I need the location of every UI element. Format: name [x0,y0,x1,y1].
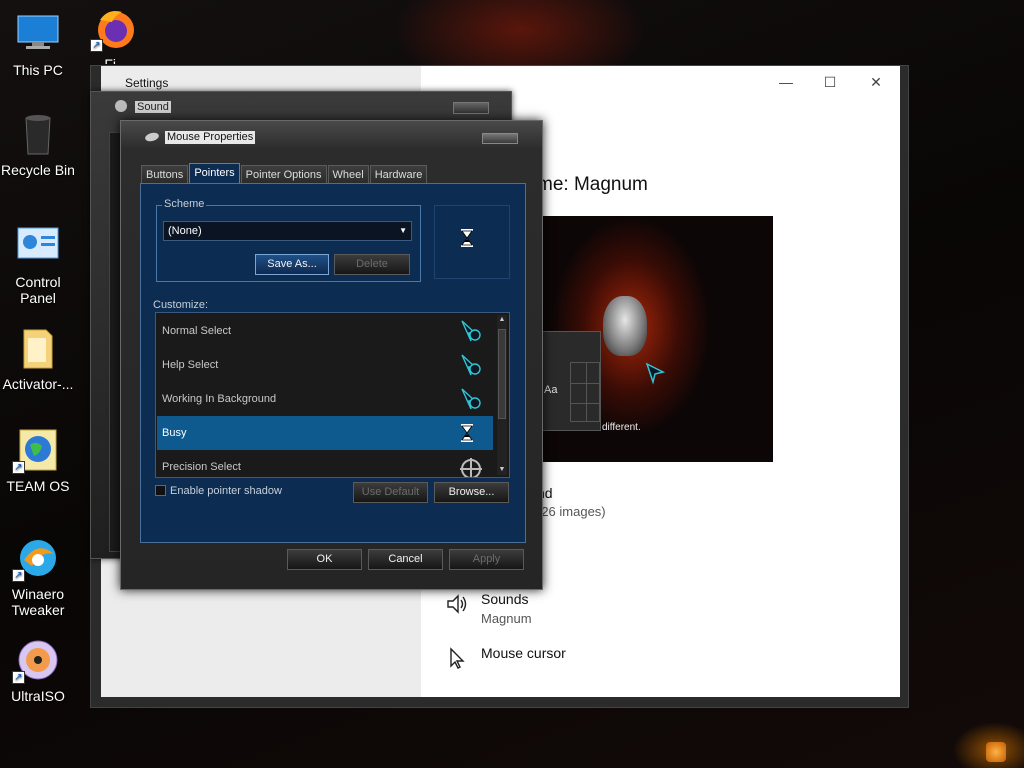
preview-window: Aa [541,331,601,431]
cancel-button[interactable]: Cancel [368,549,443,570]
background-subtitle: (26 images) [537,504,606,519]
speaker-icon [447,594,467,614]
list-item[interactable]: Normal Select [157,314,493,348]
window-title: Settings [125,76,169,90]
crosshair-icon [460,458,482,477]
checkbox-box[interactable] [155,485,166,496]
shortcut-arrow-icon: ↗ [12,569,25,582]
tab-pointers[interactable]: Pointers [189,163,240,184]
scheme-select[interactable]: (None) ▼ [163,221,412,241]
list-item[interactable]: Busy [157,416,493,450]
customize-label: Customize: [153,299,209,311]
use-default-button[interactable]: Use Default [353,482,428,503]
scheme-legend: Scheme [162,198,207,210]
minimize-button[interactable] [482,133,518,144]
list-item[interactable]: Working In Background [157,382,493,416]
scheme-group: Scheme (None) ▼ Save As... Delete [156,198,421,282]
list-item[interactable]: Precision Select [157,450,493,477]
mouse-properties-dialog: Mouse Properties Buttons Pointers Pointe… [120,120,543,590]
window-title: Mouse Properties [165,131,256,144]
sounds-label[interactable]: Sounds [481,591,528,607]
pointer-label: Precision Select [162,461,241,473]
preview-caption: different. [602,422,641,433]
ok-button[interactable]: OK [287,549,362,570]
desktop-icon-recycle-bin[interactable]: Recycle Bin [0,112,76,178]
pointer-label: Help Select [162,359,219,371]
control-panel-icon [16,224,60,268]
shortcut-arrow-icon: ↗ [90,39,103,52]
tab-strip: Buttons Pointers Pointer Options Wheel H… [141,163,428,184]
desktop-icon-label: Recycle Bin [1,162,75,178]
desktop-icon-team-os[interactable]: ↗ TEAM OS [0,428,76,494]
recycle-bin-icon [16,112,60,156]
hourglass-icon [461,229,473,247]
desktop-icon-activator[interactable]: Activator-... [0,326,76,392]
speaker-icon [115,100,127,112]
maximize-button[interactable]: ☐ [815,72,845,92]
pointer-label: Busy [162,427,187,439]
sounds-value: Magnum [481,611,532,626]
delete-button[interactable]: Delete [334,254,410,275]
desktop-icon-label: Fi... [104,56,128,64]
cursor-arrow-icon [461,354,481,376]
tab-hardware[interactable]: Hardware [369,165,428,184]
minimize-button[interactable] [453,102,489,114]
dropdown-arrow-icon: ▼ [399,226,407,235]
shortcut-arrow-icon: ↗ [12,671,25,684]
tray-app-icon[interactable] [986,742,1006,762]
desktop-icon-label: Activator-... [2,376,74,392]
cursor-arrow-icon [645,362,666,385]
globe-icon: ↗ [12,428,60,474]
enable-shadow-checkbox[interactable]: Enable pointer shadow [155,485,282,497]
folder-icon [16,326,60,370]
tab-wheel[interactable]: Wheel [327,165,369,184]
desktop-icon-this-pc[interactable]: This PC [0,12,76,78]
save-as-button[interactable]: Save As... [255,254,329,275]
minimize-button[interactable]: — [771,72,801,92]
list-scrollbar[interactable]: ▲ ▼ [497,315,507,475]
winaero-tweaker-icon: ↗ [12,536,60,582]
monitor-icon [16,12,60,56]
hourglass-icon [461,424,473,442]
pointer-label: Working In Background [162,393,277,405]
list-item[interactable]: Help Select [157,348,493,382]
cursor-arrow-icon [461,320,481,342]
desktop-icon-label: This PC [13,62,63,78]
desktop-icon-control-panel[interactable]: Control Panel [0,224,76,306]
skull-graphic [603,296,647,356]
desktop-icon-ultraiso[interactable]: ↗ UltraISO [0,638,76,704]
close-button[interactable]: ✕ [861,72,891,92]
tab-buttons[interactable]: Buttons [141,165,189,184]
pointer-preview [434,205,510,279]
disc-icon: ↗ [12,638,60,684]
pointer-list: Normal Select Help Select Working In Bac… [155,312,510,478]
mouse-icon [144,131,160,143]
scroll-down-icon[interactable]: ▼ [497,465,507,475]
window-title: Sound [135,101,171,113]
enable-shadow-label: Enable pointer shadow [170,485,282,497]
theme-preview-image[interactable]: Aa different. [541,216,773,462]
desktop-icon-winaero-tweaker[interactable]: ↗ Winaero Tweaker [0,536,76,618]
apply-button[interactable]: Apply [449,549,524,570]
cursor-arrow-icon [461,388,481,410]
pointers-panel: Scheme (None) ▼ Save As... Delete Custom… [140,183,526,543]
desktop-icon-label: TEAM OS [6,478,70,494]
pointer-label: Normal Select [162,325,232,337]
scheme-select-value: (None) [168,225,202,237]
browse-button[interactable]: Browse... [434,482,509,503]
scroll-up-icon[interactable]: ▲ [497,315,507,325]
firefox-icon: ↗ [90,6,138,52]
desktop-icon-firefox[interactable]: ↗ Fi... [78,6,154,64]
desktop-icon-label: Winaero Tweaker [11,586,65,618]
desktop-icon-label: UltraISO [11,688,65,704]
mouse-cursor-label[interactable]: Mouse cursor [481,645,566,661]
preview-sample-text: Aa [544,384,558,396]
scroll-thumb[interactable] [498,329,506,419]
desktop-icon-label: Control Panel [15,274,61,306]
theme-title: me: Magnum [537,174,648,195]
mouse-cursor-icon [450,647,465,669]
shortcut-arrow-icon: ↗ [12,461,25,474]
tab-pointer-options[interactable]: Pointer Options [240,165,327,184]
preview-grid [570,362,600,422]
